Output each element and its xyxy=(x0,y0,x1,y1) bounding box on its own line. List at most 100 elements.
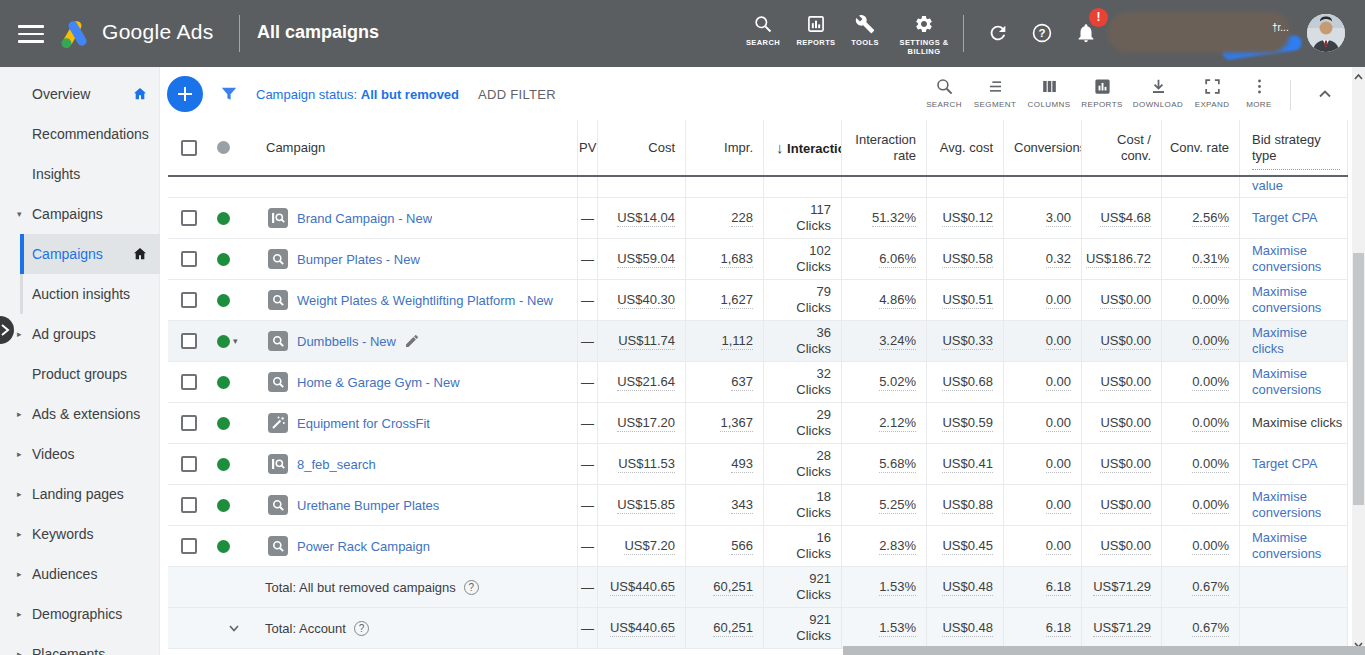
column-header-bid_strategy[interactable]: Bid strategy type xyxy=(1239,120,1348,175)
column-header-conversions[interactable]: Conversions xyxy=(1003,120,1081,175)
column-header-conv_rate[interactable]: Conv. rate xyxy=(1161,120,1239,175)
sidebar-item-campaigns[interactable]: Campaigns xyxy=(0,234,160,274)
caret-collapsed-icon[interactable]: ▸ xyxy=(17,394,29,434)
row-checkbox[interactable] xyxy=(181,292,197,308)
toolbar-more-button[interactable]: MORE xyxy=(1232,77,1286,117)
caret-collapsed-icon[interactable]: ▸ xyxy=(17,474,29,514)
bid-strategy-link[interactable]: value xyxy=(1240,178,1283,193)
campaign-name-link[interactable]: Brand Campaign - New xyxy=(297,211,432,226)
status-enabled-dot[interactable] xyxy=(217,212,230,225)
caret-collapsed-icon[interactable]: ▸ xyxy=(17,554,29,594)
sidebar-item-campaigns[interactable]: ▾Campaigns xyxy=(0,194,160,234)
toolbar-segment-button[interactable]: SEGMENT xyxy=(968,77,1022,117)
caret-collapsed-icon[interactable]: ▸ xyxy=(17,314,29,354)
column-header-cost_per_conv[interactable]: Cost / conv. xyxy=(1081,120,1161,175)
expand-account-chevron-icon[interactable] xyxy=(228,622,240,634)
sidebar-item-landing-pages[interactable]: ▸Landing pages xyxy=(0,474,160,514)
row-checkbox[interactable] xyxy=(181,333,197,349)
sidebar-item-ads-extensions[interactable]: ▸Ads & extensions xyxy=(0,394,160,434)
toolbar-search-button[interactable]: SEARCH xyxy=(917,77,971,117)
avatar[interactable] xyxy=(1307,14,1345,52)
status-caret-icon[interactable]: ▾ xyxy=(233,336,238,346)
topbar-tools-button[interactable]: TOOLS xyxy=(842,14,888,58)
sidebar-item-keywords[interactable]: ▸Keywords xyxy=(0,514,160,554)
bid-strategy-link[interactable]: Maximise conversions xyxy=(1252,243,1347,275)
caret-collapsed-icon[interactable]: ▸ xyxy=(17,434,29,474)
topbar-settings-billing-button[interactable]: SETTINGS & BILLING xyxy=(895,14,953,58)
sidebar-item-insights[interactable]: Insights xyxy=(0,154,160,194)
caret-expanded-icon[interactable]: ▾ xyxy=(17,194,29,234)
campaign-status-filter[interactable]: Campaign status: All but removed xyxy=(256,87,459,102)
collapse-chevron-icon[interactable] xyxy=(1315,84,1335,104)
filter-funnel-icon[interactable] xyxy=(220,85,238,103)
row-checkbox[interactable] xyxy=(181,374,197,390)
campaign-name-link[interactable]: Bumper Plates - New xyxy=(297,252,420,267)
edit-pencil-icon[interactable] xyxy=(404,333,420,349)
status-enabled-dot[interactable] xyxy=(217,499,230,512)
help-icon[interactable]: ? xyxy=(1031,22,1055,46)
sidebar-item-audiences[interactable]: ▸Audiences xyxy=(0,554,160,594)
caret-collapsed-icon[interactable]: ▸ xyxy=(17,514,29,554)
select-all-checkbox[interactable] xyxy=(181,140,197,156)
sidebar-item-auction-insights[interactable]: Auction insights xyxy=(0,274,160,314)
bid-strategy-link[interactable]: Target CPA xyxy=(1252,210,1318,226)
bid-strategy-link[interactable]: Maximise conversions xyxy=(1252,366,1347,398)
status-enabled-dot[interactable] xyxy=(217,335,230,348)
sidebar-item-recommendations[interactable]: Recommendations xyxy=(0,114,160,154)
topbar-reports-button[interactable]: REPORTS xyxy=(792,14,840,58)
toolbar-download-button[interactable]: DOWNLOAD xyxy=(1131,77,1185,117)
column-header-interactions[interactable]: ↓ Interactions xyxy=(763,120,841,175)
row-checkbox[interactable] xyxy=(181,210,197,226)
bid-strategy-link[interactable]: Maximise conversions xyxy=(1252,530,1347,562)
campaign-name-link[interactable]: Power Rack Campaign xyxy=(297,539,430,554)
vertical-scroll-thumb[interactable] xyxy=(1353,253,1364,505)
row-checkbox[interactable] xyxy=(181,497,197,513)
add-filter-button[interactable]: ADD FILTER xyxy=(478,87,556,102)
sidebar-item-videos[interactable]: ▸Videos xyxy=(0,434,160,474)
bid-strategy-link[interactable]: Target CPA xyxy=(1252,456,1318,472)
scroll-up-arrow[interactable] xyxy=(1352,69,1365,85)
column-header-avg_cost[interactable]: Avg. cost xyxy=(926,120,1003,175)
status-enabled-dot[interactable] xyxy=(217,417,230,430)
refresh-icon[interactable] xyxy=(987,22,1011,46)
help-circle-icon[interactable]: ? xyxy=(354,621,369,636)
bid-strategy-link[interactable]: Maximise conversions xyxy=(1252,284,1347,316)
column-header-cost[interactable]: Cost xyxy=(597,120,685,175)
campaign-name-link[interactable]: Dumbbells - New xyxy=(297,334,396,349)
toolbar-expand-button[interactable]: EXPAND xyxy=(1185,77,1239,117)
status-enabled-dot[interactable] xyxy=(217,253,230,266)
sidebar-item-product-groups[interactable]: Product groups xyxy=(0,354,160,394)
caret-collapsed-icon[interactable]: ▸ xyxy=(17,594,29,634)
bid-strategy-link[interactable]: Maximise clicks xyxy=(1252,325,1324,357)
campaign-name-link[interactable]: Weight Plates & Weightlifting Platform -… xyxy=(297,293,553,308)
help-circle-icon[interactable]: ? xyxy=(464,580,479,595)
column-header-interaction_rate[interactable]: Interaction rate xyxy=(841,120,926,175)
topbar-search-button[interactable]: SEARCH xyxy=(741,14,785,58)
sidebar-item-demographics[interactable]: ▸Demographics xyxy=(0,594,160,634)
row-checkbox[interactable] xyxy=(181,456,197,472)
bid-strategy-link[interactable]: Maximise conversions xyxy=(1252,489,1347,521)
sidebar-item-ad-groups[interactable]: ▸Ad groups xyxy=(0,314,160,354)
caret-collapsed-icon[interactable]: ▸ xyxy=(17,634,29,655)
vertical-scrollbar[interactable] xyxy=(1352,67,1365,655)
status-enabled-dot[interactable] xyxy=(217,376,230,389)
status-enabled-dot[interactable] xyxy=(217,458,230,471)
menu-icon[interactable] xyxy=(18,25,44,43)
campaign-name-link[interactable]: Urethane Bumper Plates xyxy=(297,498,439,513)
sidebar-item-overview[interactable]: Overview xyxy=(0,74,160,114)
status-enabled-dot[interactable] xyxy=(217,540,230,553)
row-checkbox[interactable] xyxy=(181,538,197,554)
horizontal-scroll-thumb[interactable] xyxy=(843,646,1365,655)
campaign-name-link[interactable]: Equipment for CrossFit xyxy=(297,416,430,431)
toolbar-reports-button[interactable]: REPORTS xyxy=(1075,77,1129,117)
campaign-name-link[interactable]: 8_feb_search xyxy=(297,457,376,472)
row-checkbox[interactable] xyxy=(181,251,197,267)
sidebar-item-placements[interactable]: ▸Placements xyxy=(0,634,160,655)
column-header-impr[interactable]: Impr. xyxy=(685,120,763,175)
column-header-pv[interactable]: PV xyxy=(577,120,597,175)
toolbar-columns-button[interactable]: COLUMNS xyxy=(1022,77,1076,117)
campaign-name-link[interactable]: Home & Garage Gym - New xyxy=(297,375,460,390)
row-checkbox[interactable] xyxy=(181,415,197,431)
status-enabled-dot[interactable] xyxy=(217,294,230,307)
column-header-campaign[interactable]: Campaign xyxy=(250,120,577,175)
